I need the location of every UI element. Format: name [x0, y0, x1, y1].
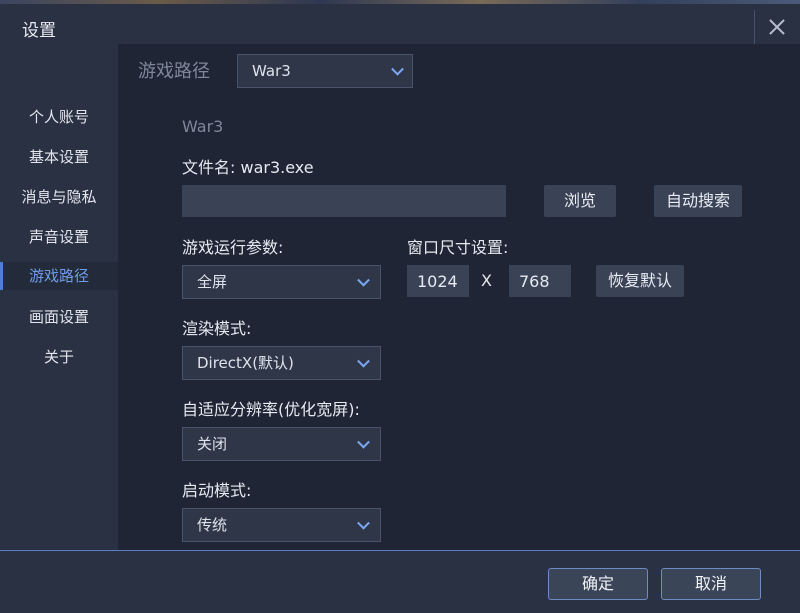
title-bar: 设置	[0, 4, 800, 44]
run-params-select[interactable]: 全屏	[182, 265, 381, 299]
window-height-input[interactable]	[509, 265, 571, 297]
game-select[interactable]: War3	[237, 54, 413, 88]
game-name: War3	[182, 117, 224, 136]
filename-label: 文件名: war3.exe	[182, 158, 314, 177]
reset-default-button[interactable]: 恢复默认	[596, 265, 684, 297]
adaptive-resolution-value: 关闭	[197, 435, 228, 453]
window-size-label: 窗口尺寸设置:	[407, 238, 509, 257]
sidebar-item-basic[interactable]: 基本设置	[0, 143, 118, 171]
run-params-value: 全屏	[197, 273, 228, 291]
path-input[interactable]	[182, 185, 506, 217]
launch-mode-label: 启动模式:	[182, 481, 252, 500]
run-params-label: 游戏运行参数:	[182, 238, 284, 257]
render-mode-value: DirectX(默认)	[197, 354, 294, 372]
sidebar: 个人账号 基本设置 消息与隐私 声音设置 游戏路径 画面设置 关于	[0, 44, 118, 550]
chevron-down-icon	[357, 435, 370, 449]
sidebar-item-privacy[interactable]: 消息与隐私	[0, 183, 118, 211]
launch-mode-select[interactable]: 传统	[182, 508, 381, 542]
render-mode-select[interactable]: DirectX(默认)	[182, 346, 381, 380]
chevron-down-icon	[357, 516, 370, 530]
sidebar-item-account[interactable]: 个人账号	[0, 103, 118, 131]
launch-mode-value: 传统	[197, 516, 228, 534]
section-label: 游戏路径	[138, 61, 210, 82]
cancel-button[interactable]: 取消	[661, 568, 761, 600]
sidebar-item-game-path[interactable]: 游戏路径	[0, 262, 118, 290]
window-size-separator: X	[481, 271, 492, 290]
main-panel: 游戏路径 War3 War3 文件名: war3.exe 浏览 自动搜索 游戏运…	[118, 44, 800, 550]
sidebar-item-about[interactable]: 关于	[0, 343, 118, 371]
window-title: 设置	[22, 21, 56, 41]
chevron-down-icon	[391, 62, 404, 76]
adaptive-resolution-label: 自适应分辨率(优化宽屏):	[182, 400, 360, 419]
chevron-down-icon	[357, 354, 370, 368]
sidebar-item-display[interactable]: 画面设置	[0, 303, 118, 331]
adaptive-resolution-select[interactable]: 关闭	[182, 427, 381, 461]
title-divider	[754, 10, 755, 44]
game-select-value: War3	[252, 62, 291, 80]
window-width-input[interactable]	[407, 265, 469, 297]
chevron-down-icon	[357, 273, 370, 287]
sidebar-item-sound[interactable]: 声音设置	[0, 223, 118, 251]
render-mode-label: 渲染模式:	[182, 319, 252, 338]
footer-bar: 确定 取消	[0, 550, 800, 613]
close-icon[interactable]	[760, 10, 794, 44]
auto-search-button[interactable]: 自动搜索	[654, 185, 742, 217]
ok-button[interactable]: 确定	[548, 568, 648, 600]
browse-button[interactable]: 浏览	[544, 185, 616, 217]
